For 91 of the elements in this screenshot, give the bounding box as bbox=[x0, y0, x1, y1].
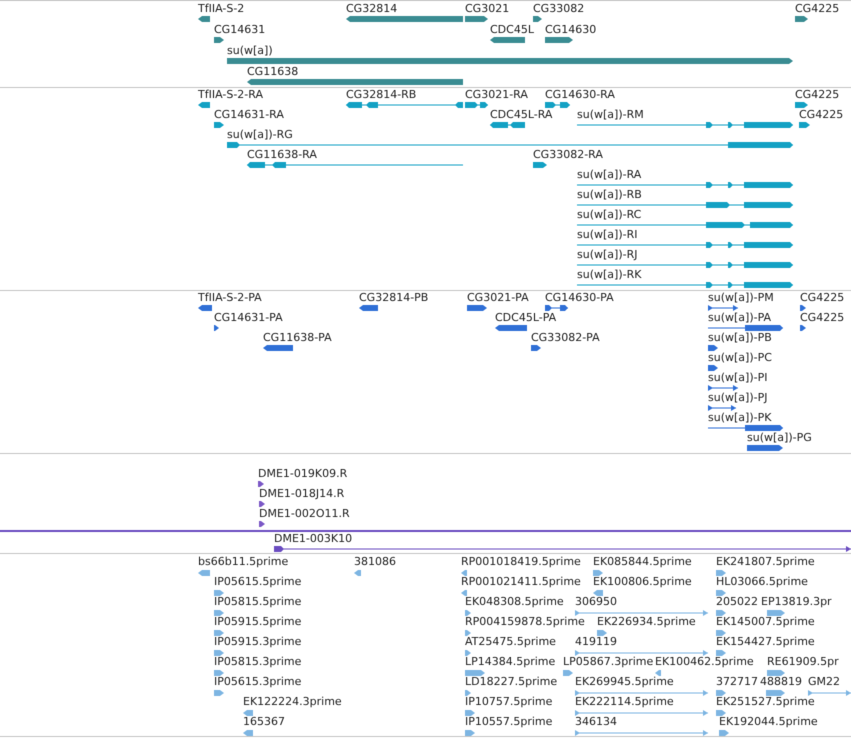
feature-label: CG4225 bbox=[800, 291, 844, 305]
feature-label: RP001018419.5prime bbox=[461, 555, 581, 569]
feature-label: EK241807.5prime bbox=[716, 555, 815, 569]
feature-label: su(w[a])-PI bbox=[708, 371, 768, 385]
feature-label: DME1-002O11.R bbox=[259, 507, 350, 521]
feature-label: EK048308.5prime bbox=[465, 595, 564, 609]
feature-label: bs66b11.5prime bbox=[198, 555, 288, 569]
feature-label: TfIIA-S-2-RA bbox=[198, 88, 263, 102]
feature-label: RE61909.5pr bbox=[767, 655, 839, 669]
feature-label: CG14631-PA bbox=[214, 311, 283, 325]
feature-label: 381086 bbox=[354, 555, 396, 569]
feature-label: EK222114.5prime bbox=[575, 695, 674, 709]
feature-label: EK145007.5prime bbox=[716, 615, 815, 629]
feature-label: IP05815.3prime bbox=[214, 655, 302, 669]
feature-label: GM22 bbox=[808, 675, 840, 689]
feature-label: HL03066.5prime bbox=[716, 575, 808, 589]
feature-label: su(w[a])-PA bbox=[708, 311, 772, 325]
feature-label: DME1-018J14.R bbox=[259, 487, 344, 501]
feature-label: su(w[a])-PM bbox=[708, 291, 774, 305]
feature-label: LD18227.5prime bbox=[465, 675, 558, 689]
feature-label: CG4225 bbox=[800, 311, 844, 325]
feature-label: su(w[a])-RB bbox=[577, 188, 642, 202]
feature-label: EP13819.3pr bbox=[761, 595, 832, 609]
feature-label: su(w[a])-RK bbox=[577, 268, 642, 282]
feature-label: CDC45L-PA bbox=[495, 311, 556, 325]
feature-label: DME1-003K10 bbox=[274, 532, 352, 546]
feature-label: CG33082 bbox=[533, 2, 584, 16]
feature-label: EK154427.5prime bbox=[716, 635, 815, 649]
feature-label: su(w[a])-RA bbox=[577, 168, 642, 182]
feature-label: EK085844.5prime bbox=[593, 555, 692, 569]
feature-label: CG11638-RA bbox=[247, 148, 317, 162]
feature-label: AT25475.5prime bbox=[465, 635, 556, 649]
feature-label: CG3021 bbox=[465, 2, 510, 16]
feature-label: IP05615.3prime bbox=[214, 675, 302, 689]
feature-label: IP05915.3prime bbox=[214, 635, 302, 649]
feature-label: CG14631 bbox=[214, 23, 266, 37]
feature-label: CG3021-PA bbox=[467, 291, 529, 305]
feature-label: EK122224.3prime bbox=[243, 695, 342, 709]
feature-label: CG14631-RA bbox=[214, 108, 284, 122]
feature-label: su(w[a])-PG bbox=[747, 431, 812, 445]
feature-label: su(w[a])-PB bbox=[708, 331, 772, 345]
feature-label: 346134 bbox=[575, 715, 617, 729]
feature-label: CG32814 bbox=[346, 2, 398, 16]
feature-label: su(w[a])-RI bbox=[577, 228, 638, 242]
feature-label: su(w[a])-RC bbox=[577, 208, 642, 222]
feature-label: su(w[a]) bbox=[227, 44, 273, 58]
feature-label: CG14630 bbox=[545, 23, 596, 37]
feature-label: IP10557.5prime bbox=[465, 715, 552, 729]
feature-label: CG11638 bbox=[247, 65, 298, 79]
feature-label: IP05815.5prime bbox=[214, 595, 302, 609]
feature-label: su(w[a])-PJ bbox=[708, 391, 768, 405]
feature-label: 165367 bbox=[243, 715, 285, 729]
feature-label: su(w[a])-RG bbox=[227, 128, 293, 142]
feature-label: EK251527.5prime bbox=[716, 695, 815, 709]
feature-label: DME1-019K09.R bbox=[258, 467, 348, 481]
feature-label: CG4225 bbox=[795, 2, 840, 16]
feature-label: 306950 bbox=[575, 595, 617, 609]
feature-label: CDC45L bbox=[490, 23, 534, 37]
feature-label: CG33082-PA bbox=[531, 331, 600, 345]
feature-label: RP004159878.5prime bbox=[465, 615, 585, 629]
feature-label: CG11638-PA bbox=[263, 331, 332, 345]
feature-label: TfIIA-S-2-PA bbox=[198, 291, 262, 305]
feature-label: LP14384.5prime bbox=[465, 655, 556, 669]
feature-label: IP05915.5prime bbox=[214, 615, 302, 629]
feature-label: 488819 bbox=[760, 675, 802, 689]
feature-label: su(w[a])-PK bbox=[708, 411, 772, 425]
feature-label: CG4225 bbox=[795, 88, 840, 102]
feature-label: EK226934.5prime bbox=[597, 615, 696, 629]
feature-label: CG32814-RB bbox=[346, 88, 416, 102]
feature-label: 205022 bbox=[716, 595, 758, 609]
feature-label: TfIIA-S-2 bbox=[198, 2, 244, 16]
feature-label: su(w[a])-RJ bbox=[577, 248, 638, 262]
feature-label: EK100462.5prime bbox=[655, 655, 754, 669]
feature-label: IP10757.5prime bbox=[465, 695, 552, 709]
feature-label: CG4225 bbox=[799, 108, 844, 122]
feature-label: EK192044.5prime bbox=[719, 715, 818, 729]
feature-label: CG32814-PB bbox=[359, 291, 428, 305]
feature-label: CG3021-RA bbox=[465, 88, 528, 102]
feature-label: CG33082-RA bbox=[533, 148, 603, 162]
feature-label: su(w[a])-PC bbox=[708, 351, 772, 365]
feature-label: RP001021411.5prime bbox=[461, 575, 581, 589]
feature-label: IP05615.5prime bbox=[214, 575, 302, 589]
feature-label: CDC45L-RA bbox=[490, 108, 552, 122]
feature-label: LP05867.3prime bbox=[563, 655, 654, 669]
feature-label: CG14630-PA bbox=[545, 291, 614, 305]
feature-label: EK269945.5prime bbox=[575, 675, 674, 689]
feature-label: EK100806.5prime bbox=[593, 575, 692, 589]
feature-label: 372717 bbox=[716, 675, 758, 689]
feature-label: 419119 bbox=[575, 635, 617, 649]
feature-label: su(w[a])-RM bbox=[577, 108, 644, 122]
feature-label: CG14630-RA bbox=[545, 88, 615, 102]
